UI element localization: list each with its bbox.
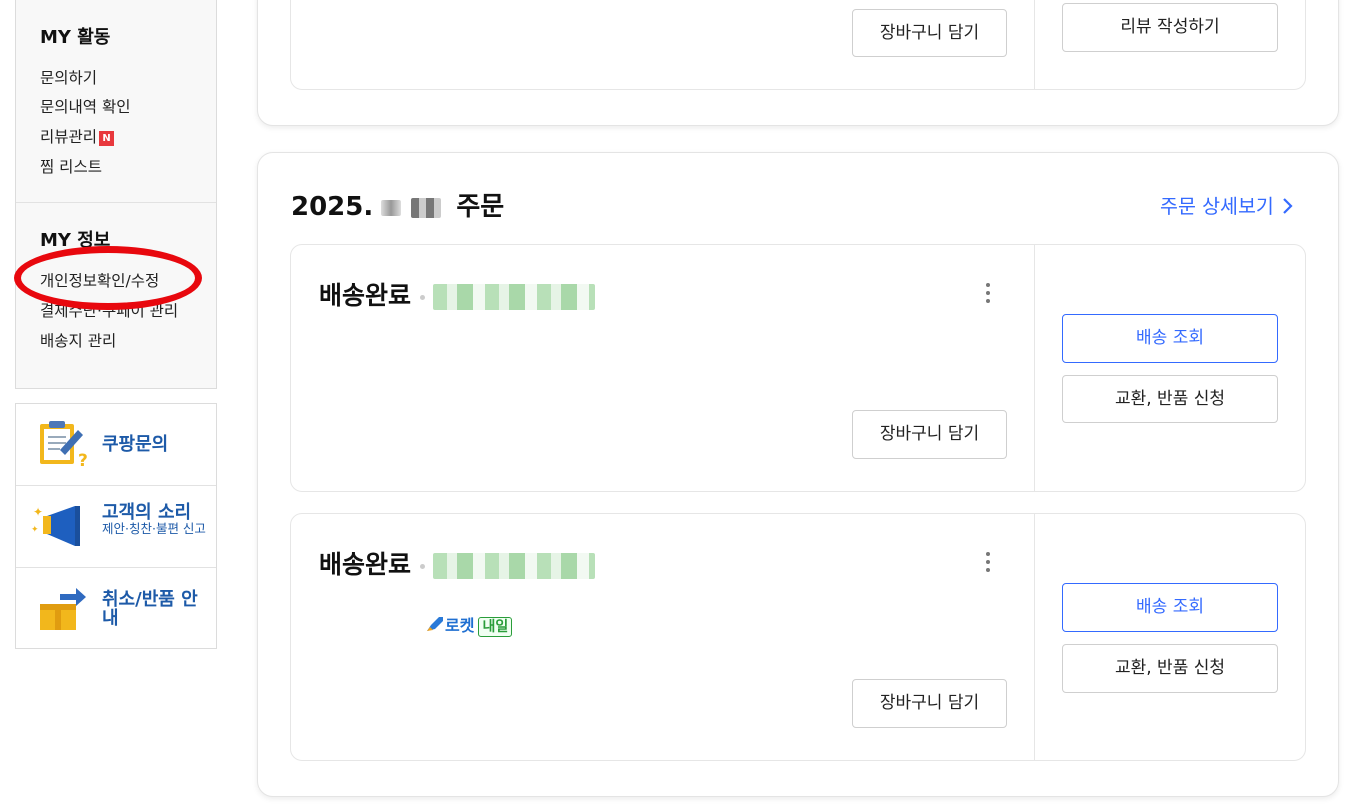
quick-links-panel: ? 쿠팡문의 ✦ ✦ 고객의 소리 제안·칭찬·불편 신고 취소/반품 안내: [15, 403, 217, 649]
separator-dot: [420, 294, 426, 300]
sidebar-item-review-management[interactable]: 리뷰관리 N: [40, 125, 115, 147]
rocket-delivery-badge: 로켓 내일: [425, 612, 513, 637]
rocket-icon: [427, 617, 443, 631]
write-review-button[interactable]: 리뷰 작성하기: [1062, 3, 1278, 52]
delivery-status-label: 배송완료: [319, 281, 412, 310]
quick-link-title: 쿠팡문의: [102, 434, 169, 455]
blurred-date: [381, 199, 402, 216]
sidebar-item-wishlist[interactable]: 찜 리스트: [40, 155, 102, 177]
quick-link-customer-voice[interactable]: ✦ ✦ 고객의 소리 제안·칭찬·불편 신고: [16, 485, 216, 566]
return-box-icon: [40, 588, 86, 630]
megaphone-icon: ✦ ✦: [31, 505, 80, 546]
delivery-status: 배송완료: [319, 545, 596, 581]
rocket-label: 로켓: [445, 616, 475, 635]
sidebar-item-address-management[interactable]: 배송지 관리: [40, 329, 116, 351]
svg-text:?: ?: [78, 451, 88, 468]
svg-text:✦: ✦: [31, 525, 39, 535]
blurred-date: [411, 197, 442, 218]
delivery-status: 배송완료: [319, 276, 596, 312]
chevron-right-icon: [1283, 198, 1293, 214]
rocket-tomorrow-label: 내일: [478, 617, 513, 637]
more-options-icon[interactable]: [980, 280, 996, 306]
order-date-prefix: 2025.: [291, 192, 374, 222]
order-date: 2025. 주문: [291, 186, 504, 223]
order-date-suffix: 주문: [456, 192, 505, 222]
sidebar-item-label: 리뷰관리: [40, 128, 98, 146]
quick-link-title: 고객의 소리: [102, 502, 192, 523]
sidebar-item-inquiry[interactable]: 문의하기: [40, 66, 97, 88]
quick-link-coupang-inquiry[interactable]: ? 쿠팡문의: [16, 404, 216, 485]
separator-dot: [420, 563, 426, 569]
quick-link-title: 취소/반품 안내: [102, 589, 198, 629]
sidebar-divider: [16, 202, 216, 203]
my-info-heading: MY 정보: [40, 230, 111, 251]
my-activity-heading: MY 활동: [40, 27, 111, 48]
add-to-cart-button[interactable]: 장바구니 담기: [852, 679, 1007, 728]
delivery-status-label: 배송완료: [319, 550, 412, 579]
exchange-return-button[interactable]: 교환, 반품 신청: [1062, 644, 1278, 693]
sidebar-item-payment-methods[interactable]: 결제수단·쿠페이 관리: [40, 299, 178, 321]
track-delivery-button[interactable]: 배송 조회: [1062, 314, 1278, 363]
track-delivery-button[interactable]: 배송 조회: [1062, 583, 1278, 632]
blurred-delivery-date: [433, 553, 596, 579]
clipboard-question-icon: ?: [40, 421, 88, 468]
quick-link-subtitle: 제안·칭찬·불편 신고: [102, 521, 206, 536]
quick-link-cancel-return[interactable]: 취소/반품 안내: [16, 567, 216, 648]
svg-text:✦: ✦: [33, 505, 43, 519]
order-detail-label: 주문 상세보기: [1160, 195, 1274, 218]
sidebar-item-inquiry-history[interactable]: 문의내역 확인: [40, 95, 131, 117]
exchange-return-button[interactable]: 교환, 반품 신청: [1062, 375, 1278, 423]
more-options-icon[interactable]: [980, 549, 996, 575]
new-badge: N: [99, 131, 115, 146]
order-detail-link[interactable]: 주문 상세보기: [1160, 190, 1294, 219]
blurred-delivery-date: [433, 284, 596, 310]
add-to-cart-button[interactable]: 장바구니 담기: [852, 410, 1007, 459]
sidebar-menu: MY 활동 문의하기 문의내역 확인 리뷰관리 N 찜 리스트 MY 정보 개인정…: [15, 0, 217, 389]
add-to-cart-button[interactable]: 장바구니 담기: [852, 9, 1007, 57]
sidebar-item-personal-info[interactable]: 개인정보확인/수정: [40, 269, 159, 291]
